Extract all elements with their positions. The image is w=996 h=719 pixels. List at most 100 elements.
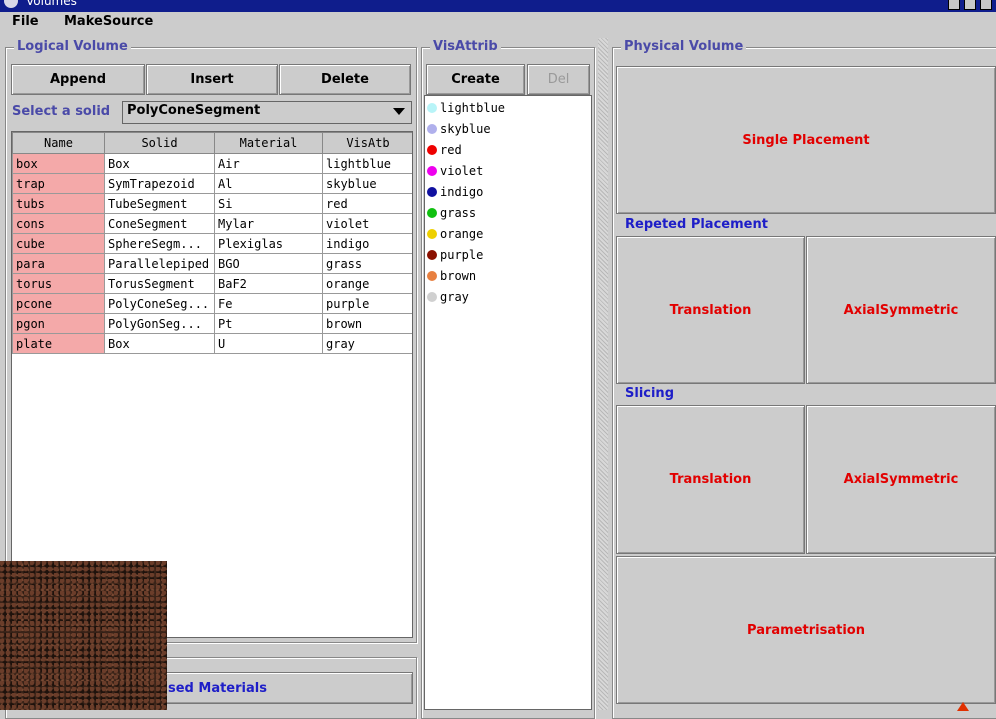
cell-material[interactable]: Plexiglas — [214, 233, 323, 254]
table-row[interactable]: pgon PolyGonSeg... Pt brown — [12, 313, 412, 334]
table-row[interactable]: box Box Air lightblue — [12, 153, 412, 174]
table-row[interactable]: cons ConeSegment Mylar violet — [12, 213, 412, 234]
table-row[interactable]: pcone PolyConeSeg... Fe purple — [12, 293, 412, 314]
table-row[interactable]: trap SymTrapezoid Al skyblue — [12, 173, 412, 194]
vis-attrib-item[interactable]: lightblue — [427, 97, 505, 118]
color-swatch-icon — [427, 144, 437, 155]
cell-visatb[interactable]: red — [322, 193, 412, 214]
repeated-placement-label: Repeted Placement — [625, 217, 768, 232]
cell-visatb[interactable]: purple — [322, 293, 412, 314]
cell-material[interactable]: BGO — [214, 253, 323, 274]
append-button[interactable]: Append — [11, 64, 145, 95]
table-row[interactable]: tubs TubeSegment Si red — [12, 193, 412, 214]
cell-material[interactable]: Si — [214, 193, 323, 214]
vis-attrib-label: brown — [440, 268, 477, 283]
vis-attrib-item[interactable]: violet — [427, 160, 483, 181]
vis-attrib-label: purple — [440, 247, 484, 262]
table-row[interactable]: plate Box Ugray — [12, 333, 412, 354]
vis-attrib-item[interactable]: orange — [427, 223, 483, 244]
cell-visatb[interactable]: orange — [322, 273, 412, 294]
cell-material[interactable]: U — [214, 333, 323, 354]
chevron-down-icon[interactable] — [393, 108, 405, 115]
vis-attrib-label: gray — [440, 289, 469, 304]
cell-solid[interactable]: PolyConeSeg... — [104, 293, 215, 314]
cell-solid[interactable]: SphereSegm... — [104, 233, 215, 254]
window-title-bar: Volumes — [0, 0, 996, 12]
logical-volume-title: Logical Volume — [14, 39, 131, 54]
textured-thumbnail-image — [0, 561, 167, 710]
cell-name[interactable]: cube — [12, 233, 105, 254]
column-header-name[interactable]: Name — [12, 132, 105, 154]
cell-solid[interactable]: Box — [104, 333, 215, 354]
cell-material[interactable]: Fe — [214, 293, 323, 314]
table-row[interactable]: para Parallelepiped BGO grass — [12, 253, 412, 274]
delete-button[interactable]: Delete — [279, 64, 411, 95]
cell-solid[interactable]: ConeSegment — [104, 213, 215, 234]
repeated-axialsymmetric-button[interactable]: AxialSymmetric — [806, 236, 996, 384]
cell-material[interactable]: Mylar — [214, 213, 323, 234]
cell-visatb[interactable]: gray — [322, 333, 412, 354]
cell-material[interactable]: BaF2 — [214, 273, 323, 294]
window-title: Volumes — [26, 0, 77, 8]
minimize-icon[interactable] — [948, 0, 960, 10]
cell-solid[interactable]: PolyGonSeg... — [104, 313, 215, 334]
cell-visatb[interactable]: indigo — [322, 233, 412, 254]
vis-attrib-item[interactable]: brown — [427, 265, 476, 286]
cell-name[interactable]: cons — [12, 213, 105, 234]
cell-solid[interactable]: Parallelepiped — [104, 253, 215, 274]
solid-select[interactable]: PolyConeSegment — [122, 101, 412, 124]
table-header-row: Name Solid Material VisAtb — [12, 132, 412, 154]
table-row[interactable]: torus TorusSegment BaF2 orange — [12, 273, 412, 294]
vis-attrib-item[interactable]: purple — [427, 244, 483, 265]
color-swatch-icon — [427, 291, 437, 302]
cell-name[interactable]: pgon — [12, 313, 105, 334]
menu-bar: File MakeSource — [0, 12, 996, 34]
cell-visatb[interactable]: skyblue — [322, 173, 412, 194]
slicing-axialsymmetric-button[interactable]: AxialSymmetric — [806, 405, 996, 554]
cell-name[interactable]: plate — [12, 333, 105, 354]
vis-attrib-item[interactable]: skyblue — [427, 118, 491, 139]
splitter-handle[interactable] — [598, 38, 608, 710]
vis-attrib-item[interactable]: gray — [427, 286, 469, 307]
visattrib-title: VisAttrib — [430, 39, 501, 54]
cell-name[interactable]: box — [12, 153, 105, 174]
menu-makesource[interactable]: MakeSource — [64, 14, 153, 29]
color-swatch-icon — [427, 165, 437, 176]
column-header-material[interactable]: Material — [214, 132, 323, 154]
cell-material[interactable]: Air — [214, 153, 323, 174]
cell-visatb[interactable]: lightblue — [322, 153, 412, 174]
cell-material[interactable]: Pt — [214, 313, 323, 334]
insert-button[interactable]: Insert — [146, 64, 278, 95]
cell-visatb[interactable]: grass — [322, 253, 412, 274]
del-button[interactable]: Del — [527, 64, 590, 95]
cell-solid[interactable]: TubeSegment — [104, 193, 215, 214]
create-button[interactable]: Create — [426, 64, 525, 95]
cell-solid[interactable]: TorusSegment — [104, 273, 215, 294]
cell-name[interactable]: pcone — [12, 293, 105, 314]
cell-visatb[interactable]: violet — [322, 213, 412, 234]
cell-name[interactable]: para — [12, 253, 105, 274]
cell-solid[interactable]: Box — [104, 153, 215, 174]
close-icon[interactable] — [980, 0, 992, 10]
maximize-icon[interactable] — [964, 0, 976, 10]
vis-attrib-item[interactable]: grass — [427, 202, 476, 223]
cell-material[interactable]: Al — [214, 173, 323, 194]
vis-attrib-item[interactable]: red — [427, 139, 462, 160]
repeated-translation-button[interactable]: Translation — [616, 236, 805, 384]
column-header-solid[interactable]: Solid — [104, 132, 215, 154]
cell-name[interactable]: torus — [12, 273, 105, 294]
column-header-visatb[interactable]: VisAtb — [322, 132, 412, 154]
cell-visatb[interactable]: brown — [322, 313, 412, 334]
cell-name[interactable]: trap — [12, 173, 105, 194]
cell-solid[interactable]: SymTrapezoid — [104, 173, 215, 194]
vis-attrib-label: red — [440, 142, 462, 157]
parametrisation-button[interactable]: Parametrisation — [616, 556, 996, 704]
slicing-label: Slicing — [625, 386, 674, 401]
table-row[interactable]: cube SphereSegm... Plexiglas indigo — [12, 233, 412, 254]
single-placement-button[interactable]: Single Placement — [616, 66, 996, 214]
vis-attrib-label: orange — [440, 226, 484, 241]
vis-attrib-item[interactable]: indigo — [427, 181, 483, 202]
menu-file[interactable]: File — [12, 14, 39, 29]
cell-name[interactable]: tubs — [12, 193, 105, 214]
slicing-translation-button[interactable]: Translation — [616, 405, 805, 554]
